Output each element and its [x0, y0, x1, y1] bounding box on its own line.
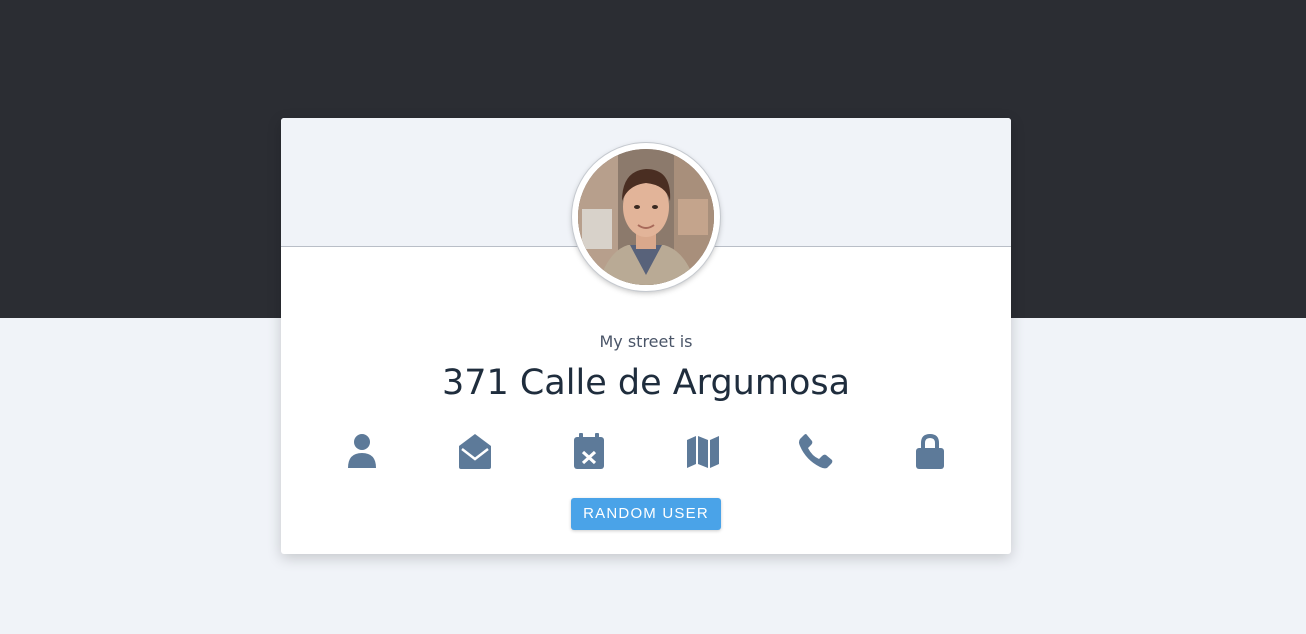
info-icon-row [281, 432, 1011, 470]
map-icon[interactable] [684, 432, 722, 470]
user-icon[interactable] [343, 432, 381, 470]
avatar [578, 149, 714, 285]
phone-icon[interactable] [797, 432, 835, 470]
info-subtitle: My street is [599, 332, 693, 351]
envelope-open-icon[interactable] [456, 432, 494, 470]
user-card: My street is 371 Calle de Argumosa RANDO… [281, 118, 1011, 554]
calendar-x-icon[interactable] [570, 432, 608, 470]
avatar-ring [572, 143, 720, 291]
lock-icon[interactable] [911, 432, 949, 470]
page: My street is 371 Calle de Argumosa RANDO… [0, 0, 1306, 634]
random-user-button[interactable]: RANDOM USER [571, 498, 721, 530]
info-headline: 371 Calle de Argumosa [441, 363, 851, 403]
